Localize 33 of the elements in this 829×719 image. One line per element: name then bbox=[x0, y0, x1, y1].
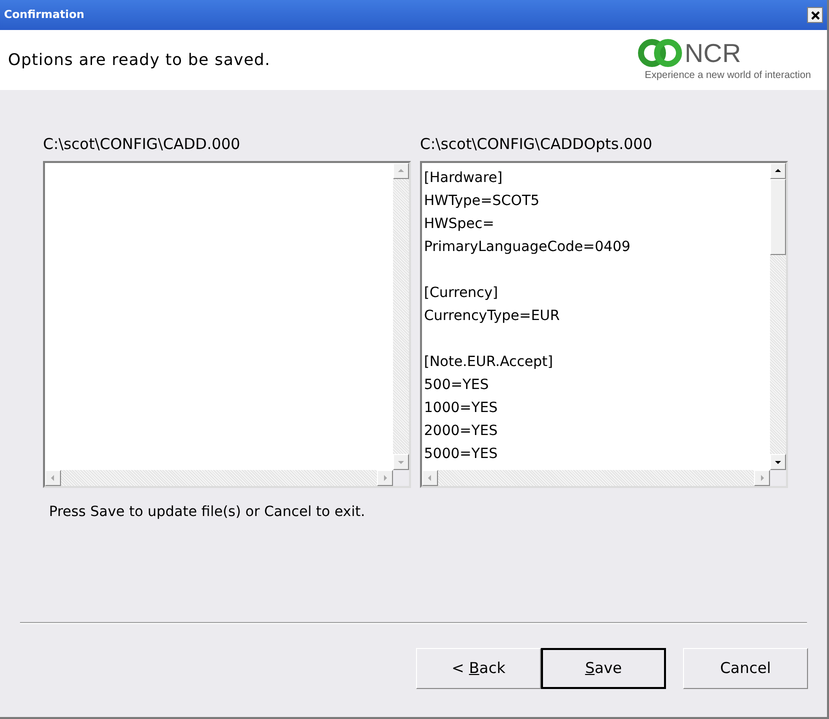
file-text-area[interactable]: [Hardware] HWType=SCOT5 HWSpec= PrimaryLanguageCode=0409 [Currency] CurrencyType=EUR [Note.EUR.Accept] 500=YES 1000=YES 2000=YES 5000=YES bbox=[420, 161, 788, 488]
scroll-right-button[interactable] bbox=[377, 470, 393, 486]
scroll-left-button[interactable] bbox=[422, 470, 438, 486]
config-line: 2000=YES bbox=[424, 422, 499, 441]
dialog-button[interactable]: Save bbox=[541, 648, 666, 689]
config-line: 500=YES bbox=[424, 376, 490, 395]
scrollbar-corner bbox=[770, 470, 786, 486]
close-button[interactable] bbox=[807, 7, 823, 23]
scroll-left-button[interactable] bbox=[45, 470, 61, 486]
scroll-down-button[interactable] bbox=[770, 454, 786, 470]
window-title: Confirmation bbox=[4, 6, 84, 23]
logo-wordmark: NCR bbox=[684, 38, 741, 68]
dialog-button[interactable]: < Back bbox=[416, 648, 541, 689]
config-line: [Currency] bbox=[424, 284, 499, 303]
config-line: HWType=SCOT5 bbox=[424, 192, 540, 211]
file-path-label: C:\scot\CONFIG\CADDOpts.000 bbox=[420, 134, 654, 154]
config-line: CurrencyType=EUR bbox=[424, 307, 561, 326]
file-path-label: C:\scot\CONFIG\CADD.000 bbox=[43, 134, 242, 154]
scroll-up-button[interactable] bbox=[770, 163, 786, 179]
hint-text: Press Save to update file(s) or Cancel to exit. bbox=[48, 503, 366, 522]
config-line: [Hardware] bbox=[424, 169, 504, 188]
config-line: 1000=YES bbox=[424, 399, 499, 418]
header-message: Options are ready to be saved. bbox=[8, 49, 270, 71]
scrollbar-corner bbox=[393, 470, 409, 486]
config-line: HWSpec= bbox=[424, 215, 496, 234]
config-line: PrimaryLanguageCode=0409 bbox=[424, 238, 632, 257]
config-line: [Note.EUR.Accept] bbox=[424, 353, 554, 372]
close-icon bbox=[810, 10, 820, 20]
interlocking-rings-icon bbox=[636, 38, 683, 68]
dialog-button[interactable]: Cancel bbox=[683, 648, 808, 689]
config-line: 5000=YES bbox=[424, 445, 499, 464]
logo-tagline: Experience a new world of interaction bbox=[644, 68, 811, 82]
scroll-thumb[interactable] bbox=[770, 179, 786, 255]
